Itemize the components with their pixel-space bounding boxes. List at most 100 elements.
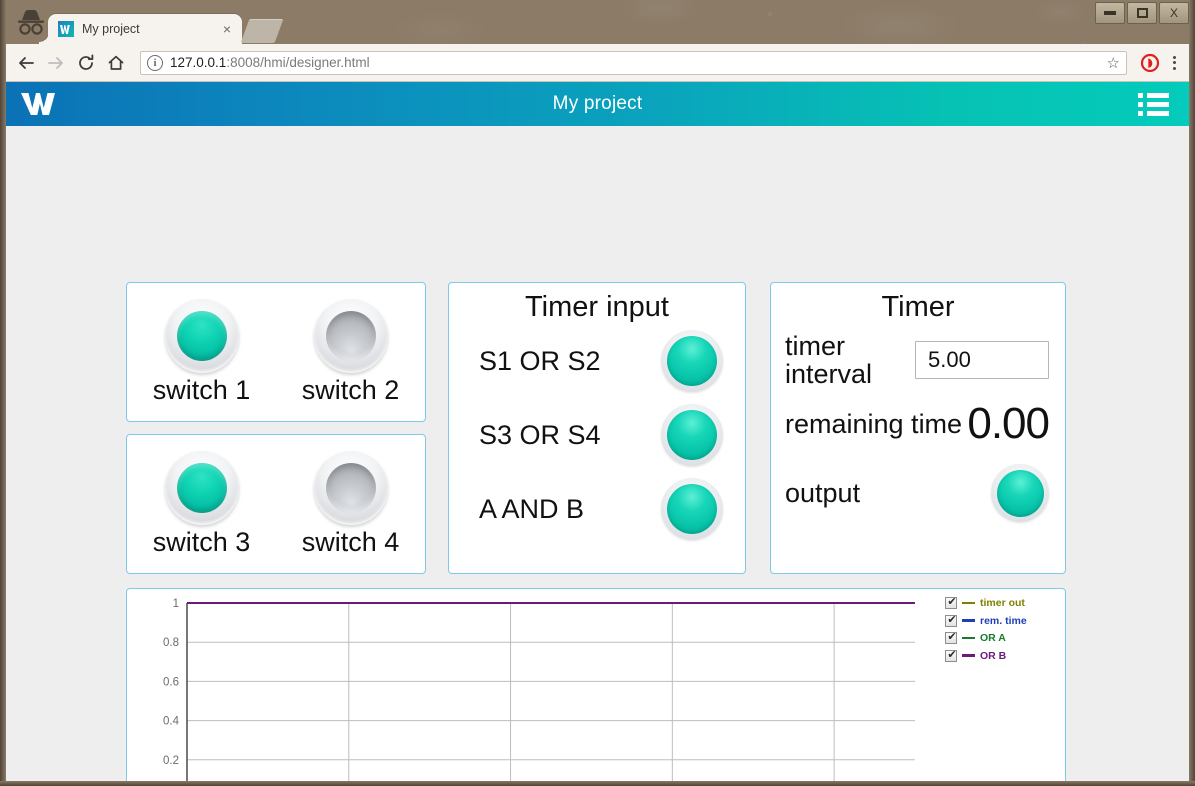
browser-titlebar: My project × X <box>0 0 1195 44</box>
svg-text:1: 1 <box>173 598 179 610</box>
svg-text:0.2: 0.2 <box>163 755 179 767</box>
svg-text:0.4: 0.4 <box>163 716 180 728</box>
home-icon[interactable] <box>102 49 130 77</box>
legend-color-swatch <box>962 636 975 640</box>
timer-interval-row: timer interval <box>785 332 1049 388</box>
switch-3-label: switch 3 <box>152 526 251 557</box>
window-controls: X <box>1095 2 1189 24</box>
wapice-logo <box>20 91 62 117</box>
forward-arrow-icon <box>42 49 70 77</box>
minimize-button[interactable] <box>1095 2 1125 24</box>
browser-window: My project × X i 127.0.0.1:8008/hmi/desi… <box>0 0 1195 786</box>
timer-input-panel: Timer input S1 OR S2 S3 OR S4 A AND B <box>448 282 746 574</box>
timer-output-row: output <box>785 464 1049 523</box>
legend-checkbox[interactable] <box>945 649 958 662</box>
url-path: :8008/hmi/designer.html <box>226 55 370 70</box>
switch-3-indicator <box>176 462 227 513</box>
extension-icon[interactable] <box>1139 52 1161 74</box>
legend-color-swatch <box>962 654 975 657</box>
lamp-bulb <box>667 410 717 460</box>
back-arrow-icon[interactable] <box>12 49 40 77</box>
switch-panel-top: switch 1 switch 2 <box>126 282 426 422</box>
browser-tab[interactable]: My project × <box>39 14 242 44</box>
legend-color-swatch <box>962 601 975 605</box>
switch-cell: switch 1 <box>127 283 276 421</box>
timer-input-title: Timer input <box>525 291 669 323</box>
switch-cell: switch 4 <box>276 435 425 573</box>
legend-label: OR A <box>980 632 1006 644</box>
timer-interval-input[interactable] <box>915 341 1049 380</box>
browser-menu-icon[interactable] <box>1163 55 1185 70</box>
legend-item[interactable]: OR A <box>945 631 1027 644</box>
switch-1-indicator <box>176 310 227 361</box>
switch-1-button[interactable] <box>164 298 239 373</box>
switch-2-indicator <box>325 310 376 361</box>
remaining-time-value: 0.00 <box>967 399 1050 449</box>
window-frame-right <box>1189 0 1195 786</box>
page-viewport: My project switch 1 switch 2 switch 3 sw… <box>6 82 1189 781</box>
tab-close-icon[interactable]: × <box>218 20 236 38</box>
lamp-bulb <box>667 336 717 386</box>
trend-chart[interactable]: 00.20.40.60.8115:51:3015:51:3215:51:3415… <box>127 589 939 781</box>
site-info-icon[interactable]: i <box>147 54 163 71</box>
legend-checkbox[interactable] <box>945 596 958 609</box>
timer-input-row: S3 OR S4 <box>479 404 723 466</box>
timer-output-label: output <box>785 478 861 509</box>
list-menu-icon[interactable] <box>1138 92 1169 116</box>
a-and-b-lamp <box>661 478 723 540</box>
app-header: My project <box>6 82 1189 126</box>
url-host: 127.0.0.1 <box>170 55 227 70</box>
s3-or-s4-lamp <box>661 404 723 466</box>
switch-panel-bottom: switch 3 switch 4 <box>126 434 426 574</box>
window-frame-left <box>0 0 6 786</box>
legend-color-swatch <box>962 619 975 622</box>
browser-toolbar: i 127.0.0.1:8008/hmi/designer.html ☆ <box>0 44 1195 82</box>
reload-icon[interactable] <box>72 49 100 77</box>
timer-input-row: A AND B <box>479 478 723 540</box>
legend-label: rem. time <box>980 614 1027 627</box>
maximize-button[interactable] <box>1127 2 1157 24</box>
switch-cell: switch 2 <box>276 283 425 421</box>
timer-title: Timer <box>881 291 955 323</box>
new-tab-button[interactable] <box>240 19 284 43</box>
svg-text:0.8: 0.8 <box>163 637 179 649</box>
lamp-bulb <box>667 484 717 534</box>
legend-checkbox[interactable] <box>945 614 958 627</box>
legend-item[interactable]: OR B <box>945 649 1027 662</box>
window-frame-bottom <box>0 781 1195 786</box>
switch-2-label: switch 2 <box>301 374 400 405</box>
address-bar-url: 127.0.0.1:8008/hmi/designer.html <box>170 55 370 70</box>
switch-3-button[interactable] <box>164 450 239 525</box>
site-favicon <box>58 21 74 37</box>
tab-title: My project <box>82 22 140 36</box>
dashboard: switch 1 switch 2 switch 3 switch 4 Time… <box>6 126 1189 781</box>
timer-panel: Timer timer interval remaining time 0.00… <box>770 282 1066 574</box>
switch-4-label: switch 4 <box>301 526 400 557</box>
remaining-time-row: remaining time 0.00 <box>785 399 1050 449</box>
legend-checkbox[interactable] <box>945 631 958 644</box>
switch-2-button[interactable] <box>313 298 388 373</box>
s1-or-s2-lamp <box>661 330 723 392</box>
close-window-button[interactable]: X <box>1159 2 1189 24</box>
legend-label: timer out <box>980 597 1025 609</box>
timer-input-row: S1 OR S2 <box>479 330 723 392</box>
remaining-time-label: remaining time <box>785 409 963 440</box>
address-bar[interactable]: i 127.0.0.1:8008/hmi/designer.html ☆ <box>140 50 1127 75</box>
s1-or-s2-label: S1 OR S2 <box>479 345 601 376</box>
legend-item[interactable]: timer out <box>945 596 1027 609</box>
app-title: My project <box>552 93 643 114</box>
switch-4-button[interactable] <box>313 450 388 525</box>
switch-cell: switch 3 <box>127 435 276 573</box>
trend-chart-panel: 00.20.40.60.8115:51:3015:51:3215:51:3415… <box>126 588 1066 781</box>
timer-output-lamp <box>991 464 1049 523</box>
bookmark-star-icon[interactable]: ☆ <box>1107 54 1120 72</box>
legend-label: OR B <box>980 649 1007 662</box>
lamp-bulb <box>996 469 1044 517</box>
switch-4-indicator <box>325 462 376 513</box>
svg-text:0.6: 0.6 <box>163 676 179 688</box>
a-and-b-label: A AND B <box>479 493 585 524</box>
s3-or-s4-label: S3 OR S4 <box>479 419 601 450</box>
timer-interval-label: timer interval <box>785 331 873 390</box>
switch-1-label: switch 1 <box>152 374 251 405</box>
legend-item[interactable]: rem. time <box>945 614 1027 627</box>
